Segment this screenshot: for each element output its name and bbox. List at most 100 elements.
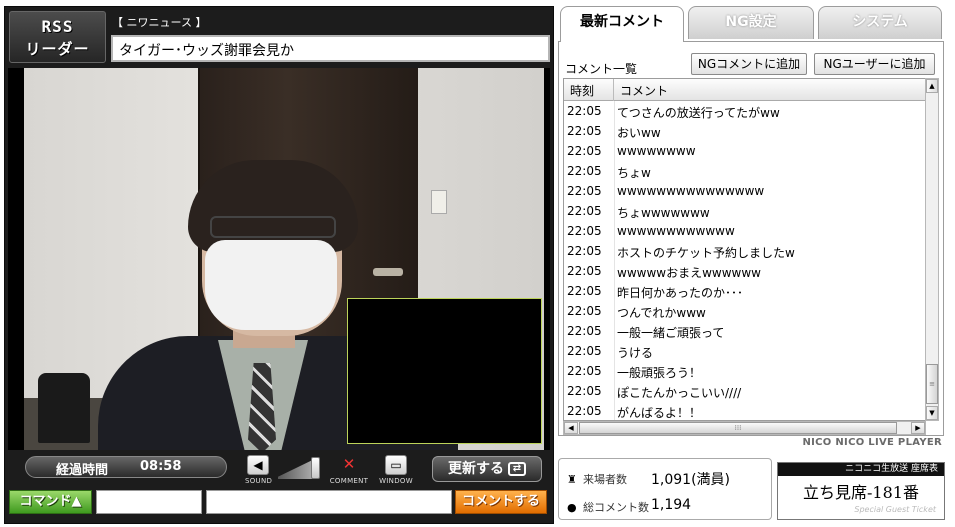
comment-row[interactable]: 22:05 wwwwwおまえwwwwww — [564, 261, 925, 281]
video-person-hair — [188, 160, 358, 252]
visitors-icon: ♜ — [567, 473, 577, 486]
comment-row[interactable]: 22:05 一般頑張ろう！ — [564, 361, 925, 381]
comment-row[interactable]: 22:05 wwwwwwwwwwwwwww — [564, 181, 925, 201]
scroll-thumb[interactable]: ≡ — [926, 364, 938, 404]
news-headline[interactable]: タイガー･ウッズ謝罪会見か — [111, 35, 550, 62]
refresh-icon: ⇄ — [508, 462, 526, 476]
comment-text: てつさんの放送行ってたがww — [617, 106, 780, 120]
ticket-header: ニコニコ生放送 座席表 — [778, 463, 944, 476]
comment-input[interactable] — [206, 490, 452, 514]
comment-row[interactable]: 22:05 つんでれかwww — [564, 301, 925, 321]
volume-slider[interactable] — [278, 457, 322, 479]
comment-row[interactable]: 22:05 ちょw — [564, 161, 925, 181]
total-comment-count: ● 総コメント数 1,194 — [567, 497, 691, 515]
refresh-button[interactable]: 更新する ⇄ — [432, 456, 542, 482]
add-ng-user-button[interactable]: NGユーザーに追加 — [814, 53, 935, 75]
comment-row[interactable]: 22:05 ちょwwwwwww — [564, 201, 925, 221]
comment-time: 22:05 — [567, 284, 602, 298]
comment-text: wwwwwwww — [617, 144, 696, 158]
comment-text: がんばるよ！！ — [617, 406, 702, 420]
scroll-up-arrow-icon[interactable]: ▲ — [926, 79, 938, 93]
add-ng-comment-button[interactable]: NGコメントに追加 — [691, 53, 807, 75]
comment-time: 22:05 — [567, 324, 602, 338]
comment-horizontal-scrollbar[interactable]: ◀ ⁞⁞⁞ ▶ — [563, 421, 926, 435]
sound-button[interactable]: ◀ SOUND — [245, 455, 273, 485]
tab-system[interactable]: システム — [818, 6, 942, 39]
comment-off-icon: ✕ — [342, 455, 356, 473]
comment-row[interactable]: 22:05 wwwwwwww — [564, 141, 925, 161]
comment-text: wwwwwおまえwwwwww — [617, 266, 761, 280]
comment-time: 22:05 — [567, 164, 602, 178]
comment-time: 22:05 — [567, 344, 602, 358]
column-header-time[interactable]: 時刻 — [564, 79, 614, 101]
comment-text: うける — [617, 346, 654, 360]
scroll-down-arrow-icon[interactable]: ▼ — [926, 406, 938, 420]
comment-vertical-scrollbar[interactable]: ▲ ≡ ▼ — [925, 78, 939, 421]
video-person-mask — [205, 240, 337, 330]
video-door-handle — [373, 268, 403, 276]
video-stream[interactable] — [8, 68, 550, 450]
comment-row[interactable]: 22:05 昨日何かあったのか･･･ — [564, 281, 925, 301]
ticket-footer: Special Guest Ticket — [854, 505, 936, 514]
elapsed-time-label: 経過時間 — [56, 463, 109, 478]
comment-row[interactable]: 22:05 一般一緒ご頑張って — [564, 321, 925, 341]
rss-reader-line1: RSS — [41, 17, 74, 36]
comment-time: 22:05 — [567, 104, 602, 118]
comment-row[interactable]: 22:05 うける — [564, 341, 925, 361]
video-person-glasses — [210, 216, 336, 238]
comment-label: COMMENT — [329, 477, 369, 485]
comment-time: 22:05 — [567, 124, 602, 138]
sound-label: SOUND — [245, 477, 273, 485]
comment-row[interactable]: 22:05 ぽこたんかっこいい//// — [564, 381, 925, 401]
comment-time: 22:05 — [567, 204, 602, 218]
news-category: 【 ニワニュース 】 — [112, 16, 207, 29]
comment-text: ぽこたんかっこいい//// — [617, 386, 742, 400]
visitors-value: 1,091(満員) — [651, 472, 731, 488]
comment-submit-button[interactable]: コメントする — [455, 490, 547, 514]
scroll-right-arrow-icon[interactable]: ▶ — [911, 422, 925, 434]
player-brand: NICO NICO LIVE PLAYER — [802, 437, 942, 448]
comment-text: つんでれかwww — [617, 306, 706, 320]
comment-time: 22:05 — [567, 184, 602, 198]
tab-latest-comments[interactable]: 最新コメント — [560, 6, 684, 42]
rss-reader-button[interactable]: RSS リーダー — [9, 11, 106, 63]
comment-text: ちょwwwwwww — [617, 206, 710, 220]
refresh-label: 更新する — [448, 461, 504, 477]
nico-live-player: RSS リーダー 【 ニワニュース 】 タイガー･ウッズ謝罪会見か 経過時間 0… — [0, 0, 955, 527]
comment-time: 22:05 — [567, 304, 602, 318]
scroll-left-arrow-icon[interactable]: ◀ — [564, 422, 578, 434]
comment-row[interactable]: 22:05 ホストのチケット予約しましたw — [564, 241, 925, 261]
comments-label: 総コメント数 — [583, 501, 649, 514]
comment-row[interactable]: 22:05 てつさんの放送行ってたがww — [564, 101, 925, 121]
comment-row[interactable]: 22:05 がんばるよ！！ — [564, 401, 925, 420]
elapsed-time-value: 08:58 — [140, 459, 182, 474]
visitor-count: ♜ 来場者数 1,091(満員) — [567, 471, 730, 488]
column-header-comment[interactable]: コメント — [614, 79, 674, 102]
volume-ramp — [278, 460, 312, 479]
comment-time: 22:05 — [567, 144, 602, 158]
comment-text: 一般頑張ろう！ — [617, 366, 702, 380]
comment-table: 時刻 コメント 22:05 てつさんの放送行ってたがww 22:05 おいww 22:0… — [563, 78, 926, 421]
comment-row[interactable]: 22:05 おいww — [564, 121, 925, 141]
window-button[interactable]: ▭ WINDOW — [378, 455, 414, 485]
video-boots — [38, 373, 90, 443]
picture-in-picture-window[interactable] — [347, 298, 542, 444]
comments-icon: ● — [567, 501, 577, 514]
rss-reader-line2: リーダー — [25, 40, 90, 58]
command-input[interactable] — [96, 490, 202, 514]
horizontal-scroll-thumb[interactable]: ⁞⁞⁞ — [579, 422, 897, 434]
comment-toggle-button[interactable]: ✕ COMMENT — [328, 455, 370, 485]
comment-time: 22:05 — [567, 384, 602, 398]
comment-rows: 22:05 てつさんの放送行ってたがww 22:05 おいww 22:05 wwwwwww… — [564, 101, 925, 420]
volume-knob[interactable] — [311, 457, 320, 479]
comment-time: 22:05 — [567, 364, 602, 378]
window-label: WINDOW — [379, 477, 413, 485]
comment-time: 22:05 — [567, 404, 602, 418]
command-button[interactable]: コマンド▲ — [9, 490, 92, 514]
comment-text: おいww — [617, 126, 661, 140]
visitors-label: 来場者数 — [583, 473, 627, 486]
comment-text: 昨日何かあったのか･･･ — [617, 286, 744, 300]
tab-ng-settings[interactable]: NG設定 — [688, 6, 814, 39]
comment-text: ホストのチケット予約しましたw — [617, 246, 795, 260]
comment-row[interactable]: 22:05 wwwwwwwwwwww — [564, 221, 925, 241]
